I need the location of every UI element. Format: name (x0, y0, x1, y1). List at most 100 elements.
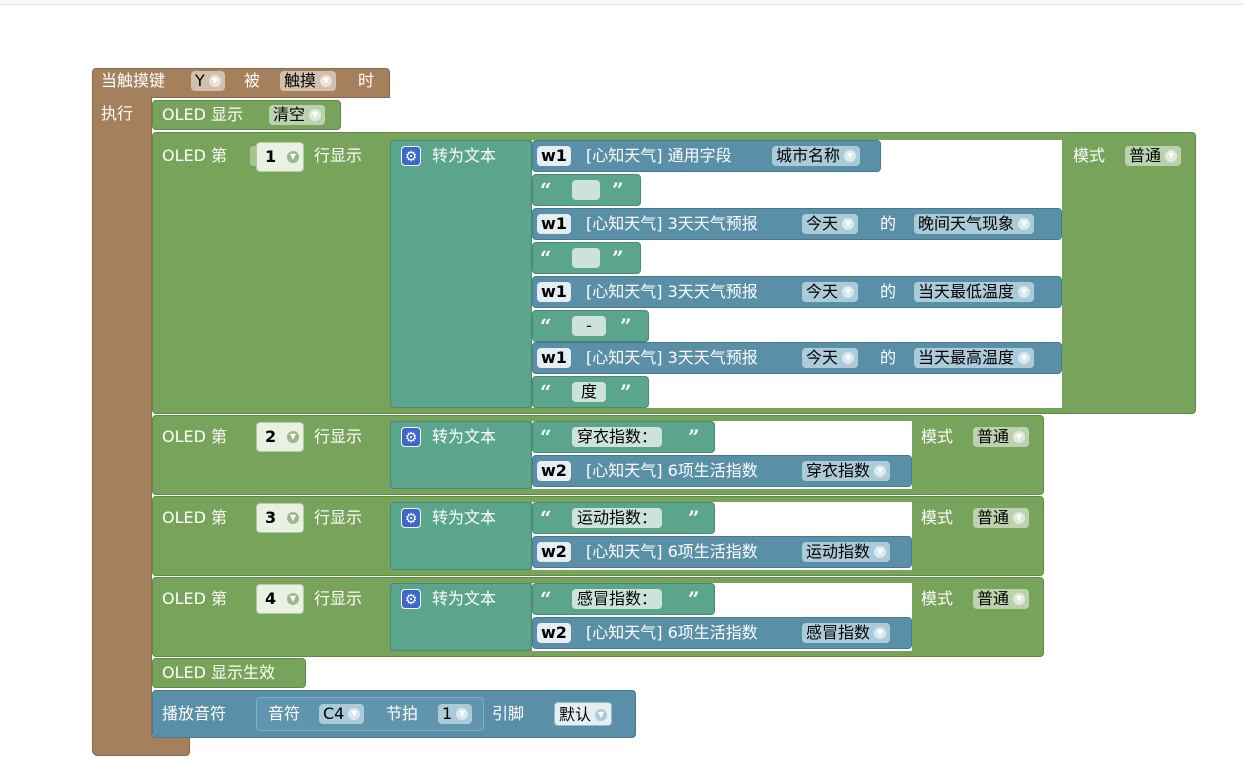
line-number-dropdown-4[interactable]: 4 ▼ (256, 584, 304, 614)
line-number-dropdown-3[interactable]: 3 ▼ (256, 503, 304, 533)
chevron-down-icon: ▼ (844, 150, 857, 162)
forecast-field-value: 当天最低温度 (918, 282, 1015, 301)
mode-dropdown-3[interactable]: 普通 ▼ (973, 508, 1030, 528)
life-index-value: 感冒指数 (806, 623, 871, 642)
weather-tag: w1 (537, 214, 571, 234)
chevron-down-icon: ▼ (842, 286, 855, 298)
mode-dropdown-4[interactable]: 普通 ▼ (973, 589, 1030, 609)
weather-field-dropdown[interactable]: 城市名称 ▼ (772, 146, 861, 166)
chevron-down-icon: ▼ (287, 431, 299, 443)
event-suffix-label: 时 (358, 71, 375, 90)
string-input[interactable]: 运动指数： (572, 508, 663, 528)
chevron-down-icon: ▼ (208, 75, 221, 87)
line-number-value: 4 (265, 589, 277, 608)
open-quote-icon: “ (540, 506, 552, 530)
mode-value: 普通 (977, 508, 1010, 527)
chevron-down-icon: ▼ (1018, 352, 1031, 364)
line-number-value: 3 (265, 508, 277, 527)
forecast-day-dropdown[interactable]: 今天 ▼ (802, 282, 859, 302)
life-index-label: [心知天气] 6项生活指数 (586, 623, 758, 642)
pin-dropdown[interactable]: 默认 ▼ (554, 702, 613, 726)
mode-dropdown-2[interactable]: 普通 ▼ (973, 427, 1030, 447)
close-quote-icon: ” (612, 178, 624, 202)
forecast-day-value: 今天 (806, 214, 839, 233)
chevron-down-icon: ▼ (309, 109, 322, 121)
chevron-down-icon: ▼ (874, 546, 887, 558)
touch-key-dropdown[interactable]: Y ▼ (191, 71, 225, 91)
oled-line-prefix: OLED 第 (162, 508, 228, 527)
open-quote-icon: “ (540, 587, 552, 611)
life-index-value: 穿衣指数 (806, 461, 871, 480)
gear-icon[interactable]: ⚙ (401, 146, 421, 166)
oled-line-prefix: OLED 第 (162, 589, 228, 608)
beat-dropdown[interactable]: 1 ▼ (438, 704, 473, 724)
gear-icon[interactable]: ⚙ (401, 427, 421, 447)
line-number-dropdown-1[interactable]: 1 ▼ (256, 142, 304, 172)
oled-line-mid: 行显示 (314, 508, 363, 527)
oled-apply-label: OLED 显示生效 (162, 663, 276, 682)
gear-icon[interactable]: ⚙ (401, 508, 421, 528)
string-input[interactable] (572, 248, 600, 268)
to-text-label: 转为文本 (432, 146, 497, 165)
life-index-dropdown[interactable]: 运动指数 ▼ (802, 542, 891, 562)
open-quote-icon: “ (540, 380, 552, 404)
mode-value: 普通 (1129, 146, 1162, 165)
string-input[interactable] (572, 180, 600, 200)
forecast-field-dropdown[interactable]: 晚间天气现象 ▼ (914, 214, 1035, 234)
string-input[interactable]: - (572, 316, 606, 336)
oled-line-mid: 行显示 (314, 589, 363, 608)
oled-clear-label: OLED 显示 (162, 105, 244, 124)
weather-common-label: [心知天气] 通用字段 (586, 146, 732, 165)
beat-label: 节拍 (386, 704, 419, 723)
forecast-day-value: 今天 (806, 348, 839, 367)
forecast-label: [心知天气] 3天天气预报 (586, 214, 758, 233)
chevron-down-icon: ▼ (287, 151, 299, 163)
close-quote-icon: ” (620, 380, 632, 404)
mode-label: 模式 (1073, 146, 1106, 165)
chevron-down-icon: ▼ (287, 512, 299, 524)
open-quote-icon: “ (540, 425, 552, 449)
oled-clear-dropdown[interactable]: 清空 ▼ (269, 105, 326, 125)
forecast-day-dropdown[interactable]: 今天 ▼ (802, 214, 859, 234)
line-number-value: 2 (265, 427, 277, 446)
oled-line-mid: 行显示 (314, 427, 363, 446)
chevron-down-icon: ▼ (348, 708, 361, 720)
touch-action-value: 触摸 (284, 71, 317, 90)
to-text-label: 转为文本 (432, 589, 497, 608)
note-dropdown[interactable]: C4 ▼ (319, 704, 365, 724)
forecast-field-dropdown[interactable]: 当天最高温度 ▼ (914, 348, 1035, 368)
forecast-label: [心知天气] 3天天气预报 (586, 282, 758, 301)
top-divider (0, 0, 1244, 5)
string-input[interactable]: 穿衣指数： (572, 427, 663, 447)
to-text-block-1[interactable] (390, 140, 532, 408)
chevron-down-icon: ▼ (874, 627, 887, 639)
touch-action-dropdown[interactable]: 触摸 ▼ (280, 71, 337, 91)
gear-icon[interactable]: ⚙ (401, 589, 421, 609)
life-index-label: [心知天气] 6项生活指数 (586, 542, 758, 561)
life-index-label: [心知天气] 6项生活指数 (586, 461, 758, 480)
forecast-label: [心知天气] 3天天气预报 (586, 348, 758, 367)
forecast-field-dropdown[interactable]: 当天最低温度 ▼ (914, 282, 1035, 302)
string-input[interactable]: 度 (572, 382, 606, 402)
life-index-dropdown[interactable]: 穿衣指数 ▼ (802, 461, 891, 481)
forecast-day-dropdown[interactable]: 今天 ▼ (802, 348, 859, 368)
chevron-down-icon: ▼ (1013, 431, 1026, 443)
life-index-dropdown[interactable]: 感冒指数 ▼ (802, 623, 891, 643)
weather-field-value: 城市名称 (776, 146, 841, 165)
play-tone-label: 播放音符 (162, 704, 227, 723)
oled-line-prefix: OLED 第 (162, 146, 228, 165)
mode-label: 模式 (921, 589, 954, 608)
close-quote-icon: ” (612, 246, 624, 270)
string-input[interactable]: 感冒指数： (572, 589, 663, 609)
to-text-label: 转为文本 (432, 427, 497, 446)
chevron-down-icon: ▼ (842, 352, 855, 364)
mode-dropdown-1[interactable]: 普通 ▼ (1125, 146, 1182, 166)
oled-clear-value: 清空 (273, 105, 306, 124)
of-label: 的 (880, 214, 897, 233)
mode-value: 普通 (977, 427, 1010, 446)
open-quote-icon: “ (540, 246, 552, 270)
line-number-dropdown-2[interactable]: 2 ▼ (256, 422, 304, 452)
event-block-foot (92, 736, 190, 756)
pin-value: 默认 (559, 705, 592, 724)
of-label: 的 (880, 282, 897, 301)
